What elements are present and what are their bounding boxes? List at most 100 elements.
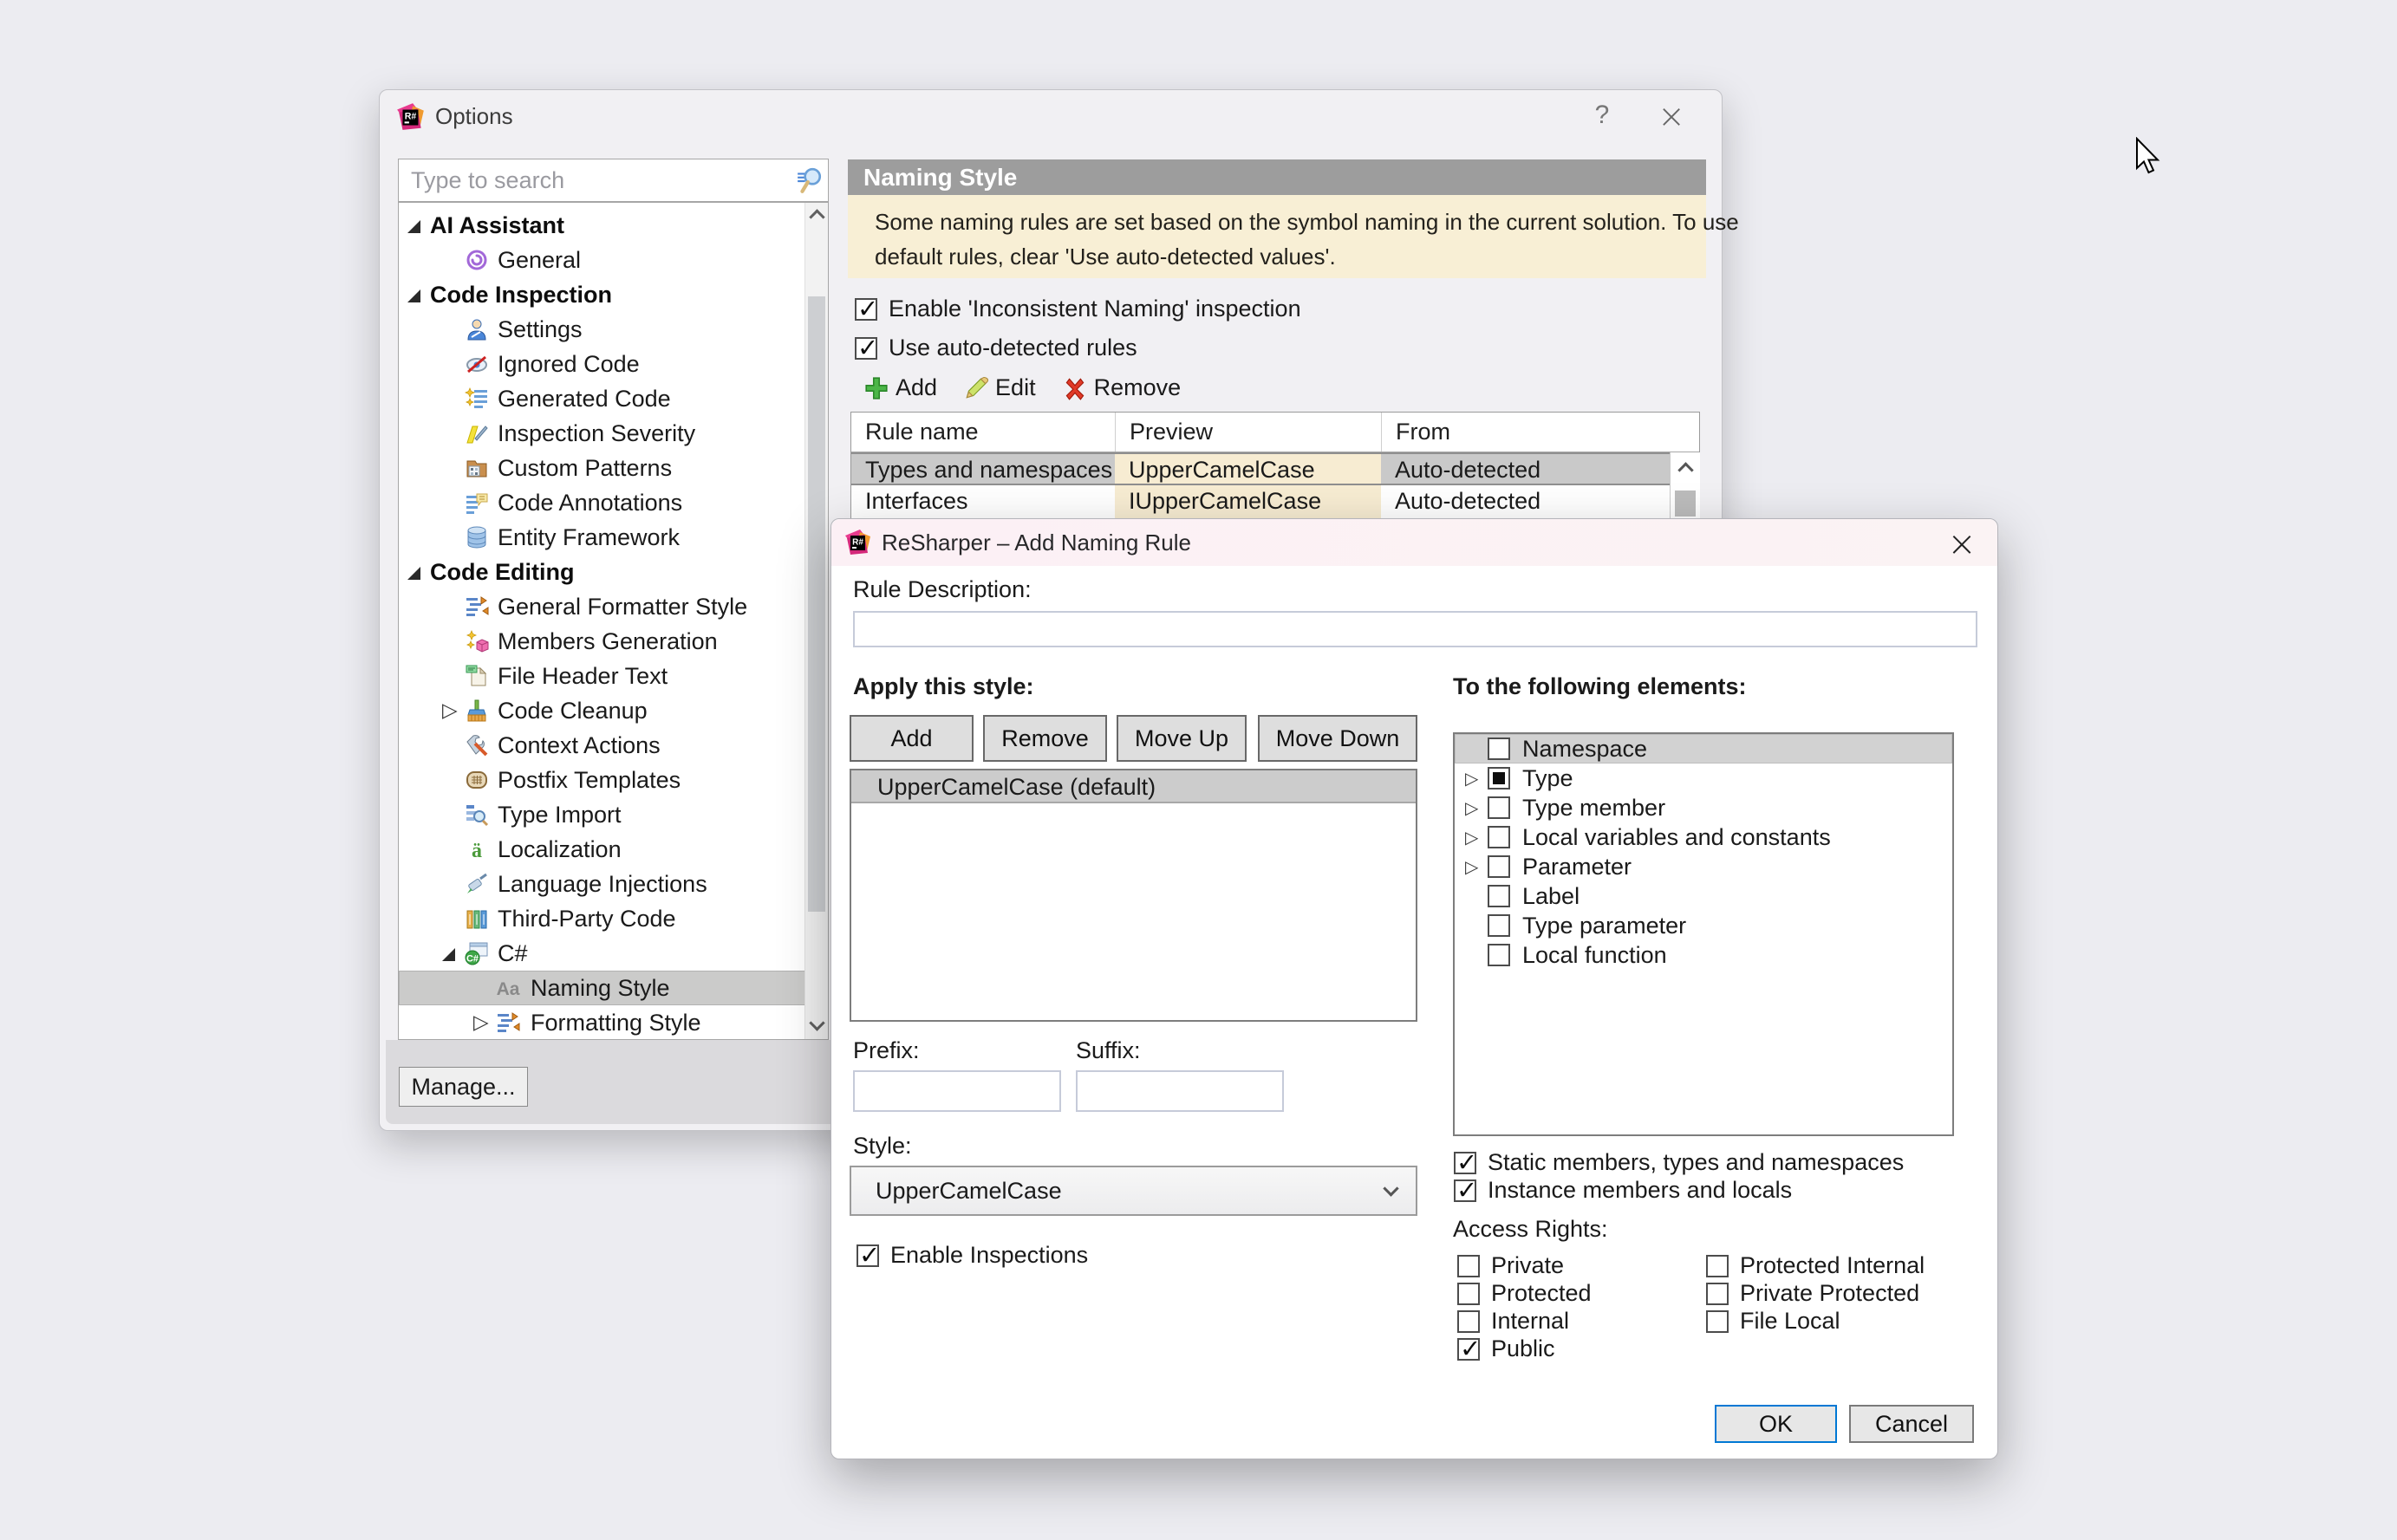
edit-rule-button[interactable]: Edit xyxy=(963,374,1036,401)
naming-checkbox-enable-inconsistent-naming-inspection[interactable]: Enable 'Inconsistent Naming' inspection xyxy=(855,296,1301,322)
sidebar-item-code-editing[interactable]: Code Editing xyxy=(399,555,805,589)
element-row-local-function[interactable]: Local function xyxy=(1455,940,1952,970)
access-checkbox-public[interactable]: Public xyxy=(1457,1335,1555,1362)
element-row-type-member[interactable]: ▷Type member xyxy=(1455,793,1952,822)
unchecked-checkbox-icon[interactable] xyxy=(1706,1310,1729,1333)
search-input[interactable] xyxy=(398,159,829,202)
sidebar-item-entity-framework[interactable]: Entity Framework xyxy=(399,520,805,555)
sidebar-item-language-injections[interactable]: Language Injections xyxy=(399,867,805,901)
sidebar-item-inspection-severity[interactable]: Inspection Severity xyxy=(399,416,805,451)
checked-checkbox-icon[interactable] xyxy=(1457,1338,1480,1361)
style-select[interactable]: UpperCamelCase xyxy=(850,1166,1417,1216)
sidebar-item-generated-code[interactable]: Generated Code xyxy=(399,381,805,416)
unchecked-checkbox-icon[interactable] xyxy=(1488,944,1510,966)
close-icon[interactable]: × xyxy=(1942,524,1982,564)
help-button[interactable]: ? xyxy=(1585,101,1619,130)
sidebar-item-code-cleanup[interactable]: ▷Code Cleanup xyxy=(399,693,805,728)
rule-description-input[interactable] xyxy=(853,611,1977,647)
checked-checkbox-icon[interactable] xyxy=(1454,1152,1476,1174)
ok-button[interactable]: OK xyxy=(1715,1405,1837,1443)
add-rule-button[interactable]: Add xyxy=(863,374,937,401)
move-up-style-button[interactable]: Move Up xyxy=(1117,715,1247,762)
add-style-button[interactable]: Add xyxy=(850,715,974,762)
sidebar-item-general[interactable]: General xyxy=(399,243,805,277)
scrollbar-thumb[interactable] xyxy=(808,296,825,912)
access-checkbox-protected-internal[interactable]: Protected Internal xyxy=(1706,1252,1925,1279)
sidebar-item-members-generation[interactable]: Members Generation xyxy=(399,624,805,659)
sidebar-item-file-header-text[interactable]: File Header Text xyxy=(399,659,805,693)
prefix-input[interactable] xyxy=(853,1070,1061,1112)
element-row-parameter[interactable]: ▷Parameter xyxy=(1455,852,1952,881)
sidebar-item-code-inspection[interactable]: Code Inspection xyxy=(399,277,805,312)
sidebar-item-ai-assistant[interactable]: AI Assistant xyxy=(399,208,805,243)
manage-button[interactable]: Manage... xyxy=(399,1067,528,1107)
access-checkbox-private[interactable]: Private xyxy=(1457,1252,1564,1279)
element-row-type[interactable]: ▷Type xyxy=(1455,764,1952,793)
expand-icon[interactable]: ▷ xyxy=(1465,793,1478,822)
sidebar-item-settings[interactable]: Settings xyxy=(399,312,805,347)
scope-checkbox-static-members-types-and-namespaces[interactable]: Static members, types and namespaces xyxy=(1454,1149,1904,1176)
unchecked-checkbox-icon[interactable] xyxy=(1488,885,1510,907)
sidebar-item-custom-patterns[interactable]: Custom Patterns xyxy=(399,451,805,485)
checked-checkbox-icon[interactable] xyxy=(1454,1179,1476,1202)
collapse-icon[interactable] xyxy=(407,277,420,312)
unchecked-checkbox-icon[interactable] xyxy=(1706,1283,1729,1305)
scrollbar-thumb[interactable] xyxy=(1675,491,1696,517)
access-checkbox-file-local[interactable]: File Local xyxy=(1706,1308,1840,1335)
sidebar-item-ignored-code[interactable]: Ignored Code xyxy=(399,347,805,381)
mixed-checkbox-icon[interactable] xyxy=(1488,767,1510,789)
collapse-icon[interactable] xyxy=(442,936,455,971)
list-item-uppercamelcase-default[interactable]: UpperCamelCase (default) xyxy=(851,770,1416,803)
expand-icon[interactable]: ▷ xyxy=(1465,822,1478,852)
dialog-titlebar[interactable]: R# ReSharper – Add Naming Rule × xyxy=(831,519,1997,566)
element-row-label[interactable]: Label xyxy=(1455,881,1952,911)
unchecked-checkbox-icon[interactable] xyxy=(1488,796,1510,819)
expand-icon[interactable]: ▷ xyxy=(473,1005,489,1040)
expand-icon[interactable]: ▷ xyxy=(442,693,458,728)
sidebar-item-code-annotations[interactable]: Code Annotations xyxy=(399,485,805,520)
element-row-type-parameter[interactable]: Type parameter xyxy=(1455,911,1952,940)
naming-checkbox-use-auto-detected-rules[interactable]: Use auto-detected rules xyxy=(855,335,1137,361)
scroll-up-icon[interactable] xyxy=(1677,462,1693,478)
close-icon[interactable]: × xyxy=(1652,97,1690,135)
element-row-namespace[interactable]: Namespace xyxy=(1455,734,1952,764)
collapse-icon[interactable] xyxy=(407,555,420,589)
access-checkbox-protected[interactable]: Protected xyxy=(1457,1280,1592,1307)
checked-checkbox-icon[interactable] xyxy=(855,337,877,360)
sidebar-item-naming-style[interactable]: AaNaming Style xyxy=(399,971,805,1005)
element-row-local-variables-and-constants[interactable]: ▷Local variables and constants xyxy=(1455,822,1952,852)
scope-checkbox-instance-members-and-locals[interactable]: Instance members and locals xyxy=(1454,1177,1792,1204)
checked-checkbox-icon[interactable] xyxy=(857,1244,879,1267)
expand-icon[interactable]: ▷ xyxy=(1465,764,1478,793)
sidebar-item-localization[interactable]: äLocalization xyxy=(399,832,805,867)
sidebar-item-c[interactable]: C#C# xyxy=(399,936,805,971)
sidebar-item-type-import[interactable]: Type Import xyxy=(399,797,805,832)
column-header-preview[interactable]: Preview xyxy=(1115,413,1381,452)
unchecked-checkbox-icon[interactable] xyxy=(1457,1283,1480,1305)
column-header-rule-name[interactable]: Rule name xyxy=(851,413,1115,452)
access-checkbox-internal[interactable]: Internal xyxy=(1457,1308,1569,1335)
tree-scrollbar[interactable] xyxy=(804,203,828,1039)
expand-icon[interactable]: ▷ xyxy=(1465,852,1478,881)
styles-list[interactable]: UpperCamelCase (default) xyxy=(850,769,1417,1022)
sidebar-item-formatting-style[interactable]: ▷Formatting Style xyxy=(399,1005,805,1040)
move-down-style-button[interactable]: Move Down xyxy=(1258,715,1417,762)
scroll-up-icon[interactable] xyxy=(809,209,824,224)
sidebar-item-third-party-code[interactable]: Third-Party Code xyxy=(399,901,805,936)
table-scrollbar[interactable] xyxy=(1670,452,1700,518)
access-checkbox-private-protected[interactable]: Private Protected xyxy=(1706,1280,1919,1307)
unchecked-checkbox-icon[interactable] xyxy=(1488,738,1510,760)
options-titlebar[interactable]: R# Options ? × xyxy=(380,90,1722,144)
enable-inspections-checkbox[interactable]: Enable Inspections xyxy=(857,1242,1088,1269)
sidebar-item-general-formatter-style[interactable]: General Formatter Style xyxy=(399,589,805,624)
remove-rule-button[interactable]: Remove xyxy=(1062,374,1182,401)
unchecked-checkbox-icon[interactable] xyxy=(1488,914,1510,937)
column-header-from[interactable]: From xyxy=(1381,413,1670,452)
unchecked-checkbox-icon[interactable] xyxy=(1488,855,1510,878)
scroll-down-icon[interactable] xyxy=(809,1015,824,1030)
sidebar-item-context-actions[interactable]: Context Actions xyxy=(399,728,805,763)
suffix-input[interactable] xyxy=(1076,1070,1284,1112)
unchecked-checkbox-icon[interactable] xyxy=(1457,1310,1480,1333)
checked-checkbox-icon[interactable] xyxy=(855,298,877,321)
cancel-button[interactable]: Cancel xyxy=(1849,1405,1974,1443)
